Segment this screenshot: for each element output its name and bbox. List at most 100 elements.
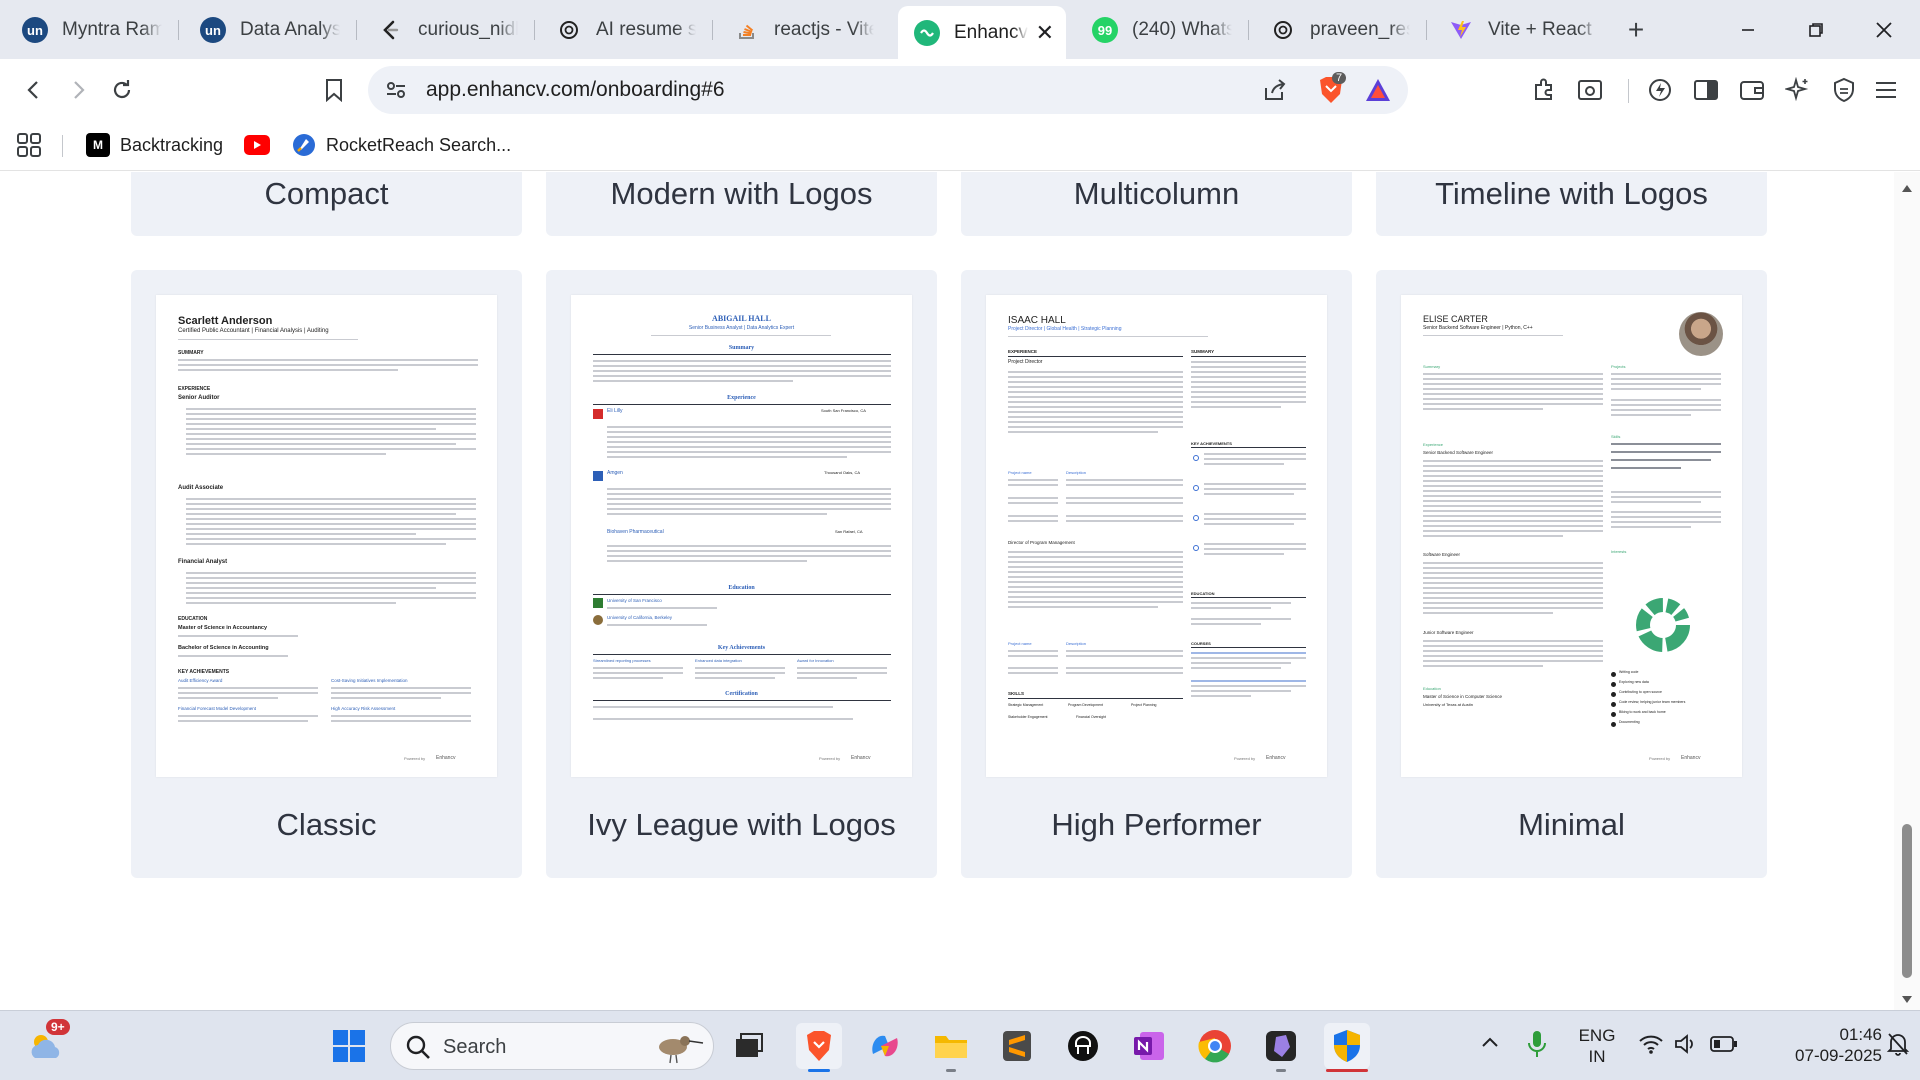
battery-icon[interactable]	[1710, 1035, 1738, 1058]
profile-photo	[1679, 312, 1723, 356]
url-text: app.enhancv.com/onboarding#6	[426, 78, 725, 101]
scroll-up-arrow-icon[interactable]	[1901, 180, 1913, 198]
template-card-multicolumn[interactable]: Multicolumn	[961, 172, 1352, 236]
close-tab-icon[interactable]: ✕	[1036, 20, 1054, 46]
template-card-classic[interactable]: Scarlett Anderson Certified Public Accou…	[131, 270, 522, 878]
tab-ai-resume[interactable]: AI resume sc	[540, 8, 708, 52]
interests-donut-chart	[1636, 598, 1690, 652]
template-card-minimal[interactable]: ELISE CARTER Senior Backend Software Eng…	[1376, 270, 1767, 878]
task-view-icon[interactable]	[726, 1023, 772, 1069]
restore-button[interactable]	[1786, 8, 1846, 52]
template-card-modern-with-logos[interactable]: Modern with Logos	[546, 172, 937, 236]
vpn-shield-icon[interactable]	[1826, 72, 1862, 108]
resume-name: ELISE CARTER	[1423, 314, 1488, 324]
chatgpt-icon	[1270, 17, 1296, 43]
back-button[interactable]	[16, 72, 52, 108]
forward-button[interactable]	[60, 72, 96, 108]
language-indicator[interactable]: ENG IN	[1574, 1025, 1620, 1068]
resume-name: ISAAC HALL	[1008, 315, 1066, 326]
file-explorer-icon[interactable]	[928, 1023, 974, 1072]
sidebar-icon[interactable]	[1688, 72, 1724, 108]
tab-myntra[interactable]: un Myntra Ramp	[6, 8, 174, 52]
tab-enhancv-active[interactable]: Enhancv ✕	[898, 6, 1066, 59]
wallet-icon[interactable]	[1734, 72, 1770, 108]
template-card-ivy-league-with-logos[interactable]: ABIGAIL HALL Senior Business Analyst | D…	[546, 270, 937, 878]
minimize-button[interactable]	[1718, 8, 1778, 52]
show-hidden-icons-chevron-icon[interactable]	[1480, 1035, 1500, 1054]
tab-stackoverflow[interactable]: reactjs - Vite	[718, 8, 886, 52]
wifi-icon[interactable]	[1638, 1033, 1664, 1060]
resume-preview-classic: Scarlett Anderson Certified Public Accou…	[156, 295, 497, 777]
reload-button[interactable]	[104, 72, 140, 108]
template-card-compact[interactable]: Compact	[131, 172, 522, 236]
reader-mode-icon[interactable]	[1572, 72, 1608, 108]
shield-count-badge: 7	[1332, 72, 1347, 84]
resume-preview-high-performer: ISAAC HALL Project Director | Global Hea…	[986, 295, 1327, 777]
leetcode-icon	[378, 17, 404, 43]
address-bar[interactable]: app.enhancv.com/onboarding#6 7	[368, 66, 1408, 114]
weather-widget[interactable]: 9+	[24, 1019, 70, 1069]
tab-data-analyst[interactable]: un Data Analyst	[184, 8, 352, 52]
resume-subtitle: Project Director | Global Health | Strat…	[1008, 326, 1122, 332]
template-label: Modern with Logos	[610, 176, 873, 211]
template-label: Classic	[276, 807, 377, 842]
template-label: Compact	[264, 176, 389, 211]
onenote-icon[interactable]	[1126, 1023, 1172, 1069]
tab-strip: un Myntra Ramp un Data Analyst curious_n…	[0, 0, 1920, 59]
chatgpt-icon	[556, 17, 582, 43]
template-gallery: Compact Modern with Logos Multicolumn Ti…	[0, 172, 1920, 1010]
tab-whatsapp[interactable]: 99 (240) Whats/	[1076, 8, 1244, 52]
brave-shields-icon[interactable]: 7	[1316, 72, 1347, 111]
bookmark-backtracking[interactable]: M Backtracking	[86, 130, 223, 160]
apps-grid-icon[interactable]	[16, 130, 42, 160]
template-card-high-performer[interactable]: ISAAC HALL Project Director | Global Hea…	[961, 270, 1352, 878]
tab-praveen-resume[interactable]: praveen_res	[1254, 8, 1422, 52]
notifications-bell-icon[interactable]	[1886, 1031, 1910, 1062]
search-icon	[405, 1034, 431, 1065]
taskbar-search[interactable]: Search	[390, 1022, 714, 1070]
rocketreach-icon	[292, 133, 316, 157]
copilot-icon[interactable]	[862, 1023, 908, 1069]
brave-taskbar-icon[interactable]	[796, 1023, 842, 1072]
ai-sparkle-icon[interactable]	[1780, 72, 1816, 108]
bookmark-rocketreach[interactable]: RocketReach Search...	[292, 130, 511, 160]
scrollbar-thumb[interactable]	[1902, 824, 1912, 978]
bookmark-youtube[interactable]	[244, 130, 280, 160]
resume-name: ABIGAIL HALL	[712, 314, 771, 323]
bookmarks-bar: M Backtracking RocketReach Search...	[0, 121, 1920, 171]
security-shield-icon[interactable]	[1324, 1023, 1370, 1072]
github-desktop-icon[interactable]	[1060, 1023, 1106, 1069]
template-card-timeline-with-logos[interactable]: Timeline with Logos	[1376, 172, 1767, 236]
site-settings-icon[interactable]	[384, 78, 408, 107]
leo-ai-icon[interactable]	[1642, 72, 1678, 108]
browser-toolbar: app.enhancv.com/onboarding#6 7	[0, 59, 1920, 121]
resume-preview-ivy-league: ABIGAIL HALL Senior Business Analyst | D…	[571, 295, 912, 777]
share-icon[interactable]	[1262, 78, 1288, 107]
bookmark-icon[interactable]	[316, 72, 352, 108]
tab-leetcode[interactable]: curious_nidhi	[362, 8, 530, 52]
volume-icon[interactable]	[1674, 1033, 1698, 1060]
menu-icon[interactable]	[1868, 72, 1904, 108]
scroll-down-arrow-icon[interactable]	[1901, 992, 1913, 1010]
whatsapp-icon: 99	[1092, 17, 1118, 43]
chrome-icon[interactable]	[1192, 1023, 1238, 1069]
start-button[interactable]	[326, 1023, 372, 1069]
new-tab-button[interactable]: +	[1618, 12, 1654, 48]
close-window-button[interactable]	[1854, 8, 1914, 52]
sublime-text-icon[interactable]	[994, 1023, 1040, 1069]
template-label: Multicolumn	[1073, 176, 1240, 211]
enhancv-icon	[914, 19, 940, 46]
stackoverflow-icon	[734, 17, 760, 43]
bird-illustration-icon	[645, 1029, 705, 1070]
page-scrollbar[interactable]	[1894, 172, 1920, 1010]
unstop-icon: un	[200, 17, 226, 43]
tab-vite-react[interactable]: Vite + React	[1432, 8, 1612, 52]
vite-icon	[1448, 17, 1474, 43]
youtube-icon	[244, 135, 270, 155]
extensions-icon[interactable]	[1526, 72, 1562, 108]
resume-preview-minimal: ELISE CARTER Senior Backend Software Eng…	[1401, 295, 1742, 777]
brave-rewards-icon[interactable]	[1364, 77, 1392, 108]
microphone-icon[interactable]	[1526, 1029, 1548, 1064]
clock[interactable]: 01:46 07-09-2025	[1772, 1024, 1882, 1067]
obsidian-icon[interactable]	[1258, 1023, 1304, 1072]
